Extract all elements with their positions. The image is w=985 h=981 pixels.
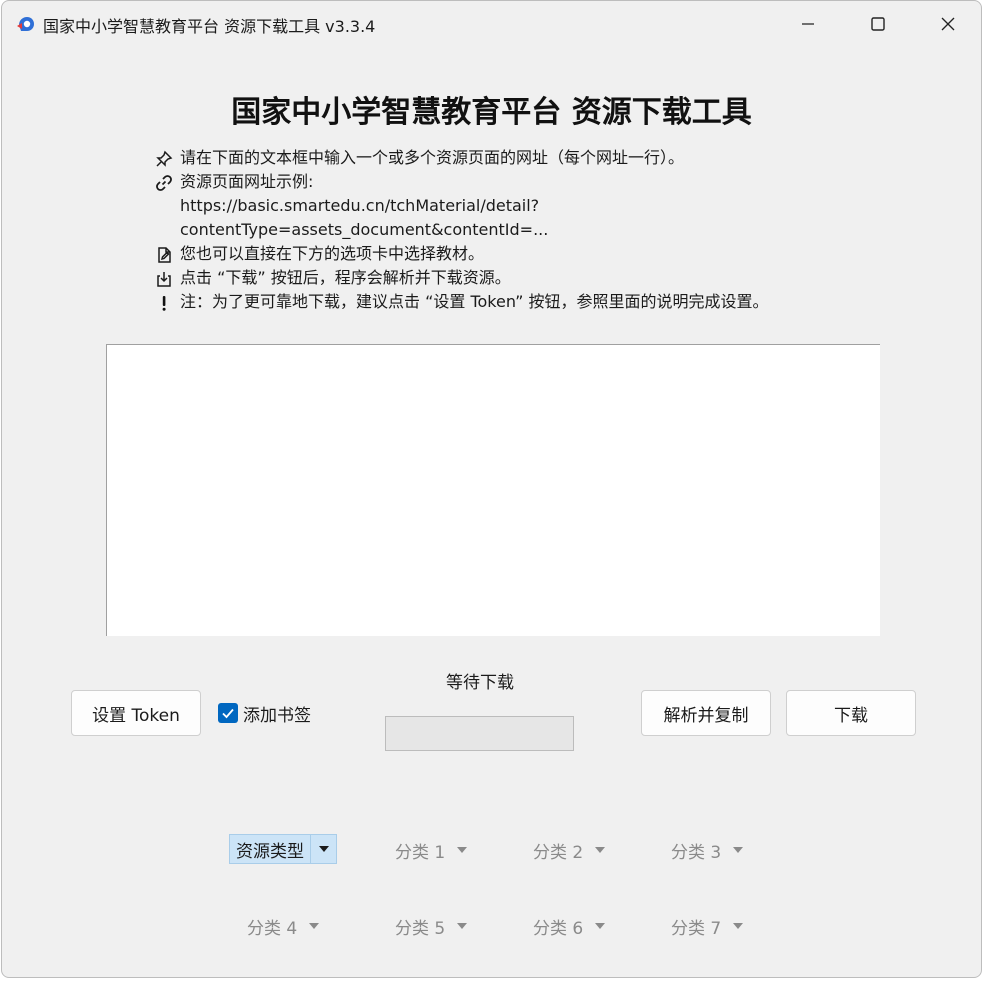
chevron-down-icon [595, 923, 606, 929]
category-3-dropdown[interactable]: 分类 3 [665, 835, 749, 865]
category-2-dropdown[interactable]: 分类 2 [527, 835, 611, 865]
title-bar[interactable]: 国家中小学智慧教育平台 资源下载工具 v3.3.4 [2, 1, 981, 47]
status-text: 等待下载 [446, 673, 514, 693]
maximize-button[interactable] [843, 1, 913, 47]
url-input[interactable] [106, 344, 880, 636]
instruction-line-link: 资源页面网址示例: [152, 171, 313, 193]
category-5-dropdown[interactable]: 分类 5 [389, 911, 473, 941]
bookmark-label[interactable]: 添加书签 [243, 701, 311, 726]
checkmark-icon [222, 708, 234, 719]
chevron-down-icon [733, 847, 744, 853]
chevron-down-icon [457, 923, 468, 929]
chevron-down-icon [318, 846, 329, 852]
close-icon [941, 17, 955, 31]
category-4-dropdown[interactable]: 分类 4 [241, 911, 325, 941]
category-1-dropdown[interactable]: 分类 1 [389, 835, 473, 865]
instruction-url-example-2: contentType=assets_document&contentId=..… [180, 220, 549, 239]
maximize-icon [871, 17, 885, 31]
download-progress-bar [385, 716, 574, 751]
bookmark-checkbox[interactable] [218, 703, 238, 723]
instruction-url-example-1: https://basic.smartedu.cn/tchMaterial/de… [180, 196, 540, 215]
chevron-down-icon [595, 847, 606, 853]
chevron-down-icon [733, 923, 744, 929]
minimize-button[interactable] [773, 1, 843, 47]
chevron-down-icon [309, 923, 320, 929]
category-6-dropdown[interactable]: 分类 6 [527, 911, 611, 941]
app-logo-icon [16, 14, 36, 34]
chevron-down-icon [457, 847, 468, 853]
link-icon [152, 171, 176, 193]
exclamation-icon [152, 291, 176, 313]
set-token-button[interactable]: 设置 Token [71, 690, 201, 736]
close-button[interactable] [913, 1, 981, 47]
pin-icon [152, 147, 176, 169]
minimize-icon [802, 23, 814, 25]
instruction-line-note: 注：为了更可靠地下载，建议点击 “设置 Token” 按钮，参照里面的说明完成设… [152, 291, 769, 313]
instruction-line-pin: 请在下面的文本框中输入一个或多个资源页面的网址（每个网址一行）。 [152, 147, 684, 169]
window-title: 国家中小学智慧教育平台 资源下载工具 v3.3.4 [43, 17, 376, 36]
edit-document-icon [152, 243, 176, 265]
category-7-dropdown[interactable]: 分类 7 [665, 911, 749, 941]
page-title: 国家中小学智慧教育平台 资源下载工具 [231, 95, 752, 130]
resource-type-dropdown[interactable]: 资源类型 [229, 834, 337, 864]
instruction-line-download: 点击 “下载” 按钮后，程序会解析并下载资源。 [152, 267, 511, 289]
parse-copy-button[interactable]: 解析并复制 [641, 690, 771, 736]
instruction-line-textbook: 您也可以直接在下方的选项卡中选择教材。 [152, 243, 484, 265]
download-box-icon [152, 267, 176, 289]
dropdown-arrow[interactable] [310, 835, 336, 863]
app-window: 国家中小学智慧教育平台 资源下载工具 v3.3.4 国家中小学智慧教育平台 资源… [1, 0, 982, 978]
download-button[interactable]: 下载 [786, 690, 916, 736]
